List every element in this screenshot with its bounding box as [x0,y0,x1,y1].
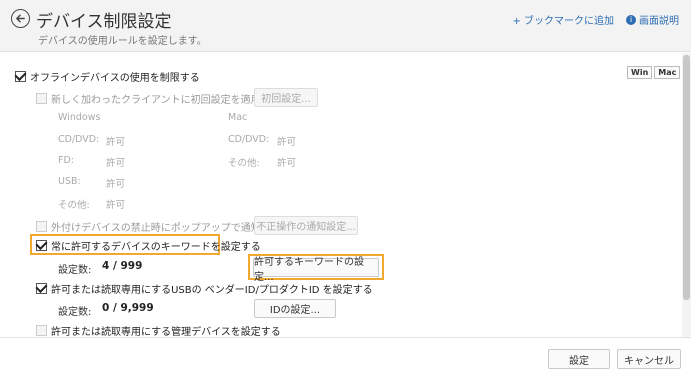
mac-other-key: その他: [228,158,260,169]
offline-restrict-checkbox[interactable] [15,71,26,82]
windows-fd-key: FD: [58,155,74,166]
offline-restrict-label: オフラインデバイスの使用を制限する [30,73,200,84]
scrollbar-thumb[interactable] [683,55,690,300]
initial-settings-label: 新しく加わったクライアントに初回設定を適用する [51,95,281,106]
keyword-option[interactable]: 常に許可するデバイスのキーワードを設定する [36,238,261,253]
cancel-button[interactable]: キャンセル [617,349,681,369]
popup-notify-button[interactable]: 不正操作の通知設定... [254,216,358,235]
initial-settings-checkbox[interactable] [36,93,47,104]
help-link[interactable]: i 画面説明 [626,12,679,27]
keyword-count-label: 設定数: [58,265,92,276]
keyword-count-value: 4 / 999 [102,260,143,272]
managed-device-checkbox[interactable] [36,325,47,336]
os-toggle-mac[interactable]: Mac [654,66,681,79]
popup-notify-option[interactable]: 外付けデバイスの禁止時にポップアップで通知する [36,219,281,234]
help-link-label: 画面説明 [639,16,679,27]
popup-notify-checkbox[interactable] [36,221,47,232]
usb-id-option[interactable]: 許可または読取専用にするUSBの ベンダーID/プロダクトID を設定する [36,281,373,296]
page-subtitle: デバイスの使用ルールを設定します。 [38,36,207,47]
info-icon: i [626,14,636,25]
popup-notify-label: 外付けデバイスの禁止時にポップアップで通知する [51,223,281,234]
footer-bar: 設定 キャンセル [0,337,691,379]
os-toggle-win[interactable]: Win [627,66,653,79]
back-icon[interactable] [11,9,30,28]
windows-usb-value: 許可 [106,179,126,190]
keyword-checkbox[interactable] [36,240,47,251]
usb-id-checkbox[interactable] [36,283,47,294]
mac-cddvd-key: CD/DVD: [228,134,270,145]
initial-settings-option[interactable]: 新しく加わったクライアントに初回設定を適用する [36,91,281,106]
initial-settings-button[interactable]: 初回設定... [254,88,318,107]
windows-other-value: 許可 [106,200,126,211]
mac-cddvd-value: 許可 [277,137,297,148]
windows-fd-value: 許可 [106,158,126,169]
managed-device-option[interactable]: 許可または読取専用にする管理デバイスを設定する [36,323,281,337]
offline-restrict-option[interactable]: オフラインデバイスの使用を制限する [15,69,200,84]
vertical-scrollbar[interactable] [682,53,691,337]
windows-cddvd-value: 許可 [106,137,126,148]
save-button[interactable]: 設定 [548,349,610,369]
page-header: デバイス制限設定 デバイスの使用ルールを設定します。 + ブックマークに追加 i… [0,0,691,52]
settings-panel: Win Mac オフラインデバイスの使用を制限する 新しく加わったクライアントに… [0,53,682,337]
usb-id-settings-button[interactable]: IDの設定... [254,299,336,318]
usb-id-label: 許可または読取専用にするUSBの ベンダーID/プロダクトID を設定する [51,285,373,296]
managed-device-label: 許可または読取専用にする管理デバイスを設定する [51,327,281,337]
page-title: デバイス制限設定 [36,12,172,32]
bookmark-link[interactable]: + ブックマークに追加 [512,12,614,27]
usb-id-count-value: 0 / 9,999 [102,302,154,314]
mac-heading: Mac [228,112,248,123]
windows-other-key: その他: [58,200,90,211]
windows-usb-key: USB: [58,176,81,187]
keyword-settings-button[interactable]: 許可するキーワードの設定... [253,257,379,283]
windows-cddvd-key: CD/DVD: [58,134,100,145]
usb-id-count-label: 設定数: [58,307,92,318]
os-toggle: Win Mac [627,66,681,79]
keyword-label: 常に許可するデバイスのキーワードを設定する [51,242,261,253]
windows-heading: Windows [58,112,101,123]
mac-other-value: 許可 [277,158,297,169]
